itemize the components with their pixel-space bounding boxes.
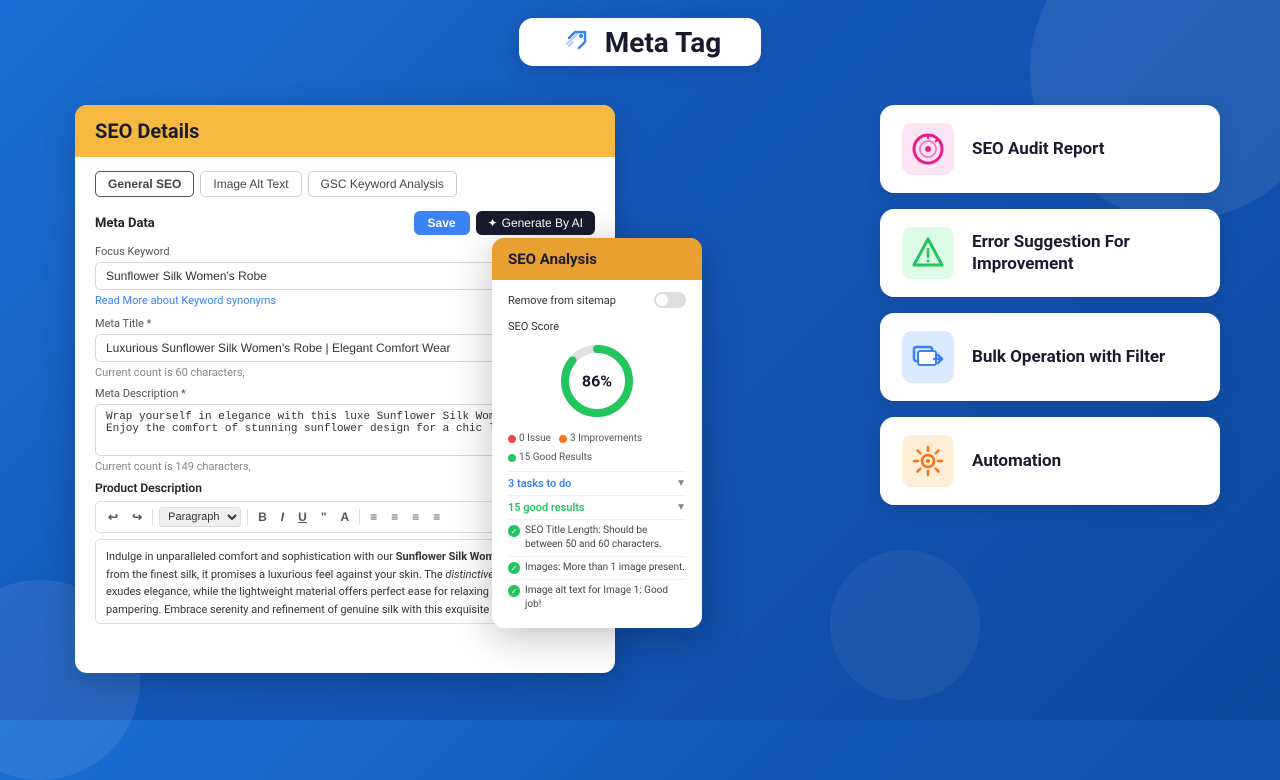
paragraph-select[interactable]: Paragraph — [159, 507, 241, 527]
toolbar-divider-1 — [152, 509, 153, 525]
seo-audit-icon — [910, 131, 946, 167]
good-results-chevron: ▼ — [676, 502, 686, 513]
bulk-operation-icon-wrap — [902, 331, 954, 383]
underline-button[interactable]: U — [294, 508, 311, 526]
seo-analysis-title: SEO Analysis — [508, 250, 686, 268]
error-suggestion-title: Error Suggestion For Improvement — [972, 231, 1198, 275]
sparkle-icon: ✦ — [488, 216, 498, 230]
sitemap-row: Remove from sitemap — [508, 292, 686, 308]
app-title: Meta Tag — [605, 26, 722, 59]
align-justify-button[interactable]: ≡ — [429, 508, 444, 526]
score-summary: 0 Issue 3 Improvements 15 Good Results — [508, 433, 686, 463]
result-icon-2 — [508, 562, 520, 574]
quote-button[interactable]: " — [317, 508, 331, 526]
good-results-row[interactable]: 15 good results ▼ — [508, 495, 686, 519]
tasks-section: 3 tasks to do ▼ 15 good results ▼ SEO Ti… — [508, 471, 686, 616]
logo-icon — [559, 24, 595, 60]
result-icon-1 — [508, 525, 520, 537]
automation-title: Automation — [972, 450, 1061, 472]
result-text-1: SEO Title Length: Should be between 50 a… — [525, 524, 686, 552]
result-text-3: Image alt text for Image 1: Good job! — [525, 584, 686, 612]
tab-general-seo[interactable]: General SEO — [95, 171, 194, 197]
meta-data-label: Meta Data — [95, 216, 155, 231]
good-results-label: 15 good results — [508, 501, 585, 514]
align-center-button[interactable]: ≡ — [387, 508, 402, 526]
header: Meta Tag — [0, 0, 1280, 78]
toolbar-divider-2 — [247, 509, 248, 525]
logo-container: Meta Tag — [519, 18, 762, 66]
badge-good-results: 15 Good Results — [508, 452, 592, 463]
feature-card-bulk-operation[interactable]: Bulk Operation with Filter — [880, 313, 1220, 401]
tasks-todo-row[interactable]: 3 tasks to do ▼ — [508, 471, 686, 495]
score-circle-container: 86% — [508, 341, 686, 421]
good-dot — [508, 454, 516, 462]
badge-improvements: 3 Improvements — [559, 433, 642, 444]
feature-card-seo-audit[interactable]: SEO Audit Report — [880, 105, 1220, 193]
improvements-label: 3 Improvements — [570, 433, 642, 444]
tab-image-alt[interactable]: Image Alt Text — [200, 171, 301, 197]
badge-issue: 0 Issue — [508, 433, 551, 444]
align-left-button[interactable]: ≡ — [366, 508, 381, 526]
sitemap-label: Remove from sitemap — [508, 294, 616, 307]
error-suggestion-icon-wrap — [902, 227, 954, 279]
issue-dot — [508, 435, 516, 443]
seo-analysis-body: Remove from sitemap SEO Score 86% 0 Issu… — [492, 280, 702, 628]
result-item-1: SEO Title Length: Should be between 50 a… — [508, 519, 686, 556]
improvements-dot — [559, 435, 567, 443]
feature-card-error-suggestion[interactable]: Error Suggestion For Improvement — [880, 209, 1220, 297]
sitemap-toggle[interactable] — [654, 292, 686, 308]
seo-audit-title: SEO Audit Report — [972, 138, 1105, 160]
redo-button[interactable]: ↪ — [128, 508, 146, 526]
good-label: 15 Good Results — [519, 452, 592, 463]
meta-data-section: Meta Data Save ✦ Generate By AI — [95, 211, 595, 235]
generate-label: Generate By AI — [502, 216, 583, 230]
bulk-operation-icon — [910, 339, 946, 375]
result-icon-3 — [508, 585, 520, 597]
undo-button[interactable]: ↩ — [104, 508, 122, 526]
color-button[interactable]: A — [337, 508, 354, 526]
tab-gsc-keyword[interactable]: GSC Keyword Analysis — [308, 171, 457, 197]
action-buttons: Save ✦ Generate By AI — [414, 211, 595, 235]
seo-analysis-header: SEO Analysis — [492, 238, 702, 280]
score-circle: 86% — [557, 341, 637, 421]
tasks-todo-label: 3 tasks to do — [508, 477, 571, 490]
tasks-todo-chevron: ▼ — [676, 478, 686, 489]
result-item-2: Images: More than 1 image present. — [508, 556, 686, 579]
seo-analysis-card: SEO Analysis Remove from sitemap SEO Sco… — [492, 238, 702, 628]
score-value: 86% — [582, 372, 612, 391]
bulk-operation-title: Bulk Operation with Filter — [972, 346, 1165, 368]
seo-details-header: SEO Details — [75, 105, 615, 157]
error-suggestion-icon — [910, 235, 946, 271]
generate-button[interactable]: ✦ Generate By AI — [476, 211, 595, 235]
issue-label: 0 Issue — [519, 433, 551, 444]
save-button[interactable]: Save — [414, 211, 470, 235]
feature-card-automation[interactable]: Automation — [880, 417, 1220, 505]
seo-details-title: SEO Details — [95, 119, 595, 143]
tabs-row: General SEO Image Alt Text GSC Keyword A… — [95, 171, 595, 197]
automation-icon — [910, 443, 946, 479]
toolbar-divider-3 — [359, 509, 360, 525]
italic-button[interactable]: I — [277, 508, 288, 526]
align-right-button[interactable]: ≡ — [408, 508, 423, 526]
seo-audit-icon-wrap — [902, 123, 954, 175]
automation-icon-wrap — [902, 435, 954, 487]
score-label: SEO Score — [508, 320, 686, 333]
result-text-2: Images: More than 1 image present. — [525, 561, 685, 575]
result-item-3: Image alt text for Image 1: Good job! — [508, 579, 686, 616]
features-panel: SEO Audit Report Error Suggestion For Im… — [880, 105, 1220, 505]
bold-button[interactable]: B — [254, 508, 271, 526]
